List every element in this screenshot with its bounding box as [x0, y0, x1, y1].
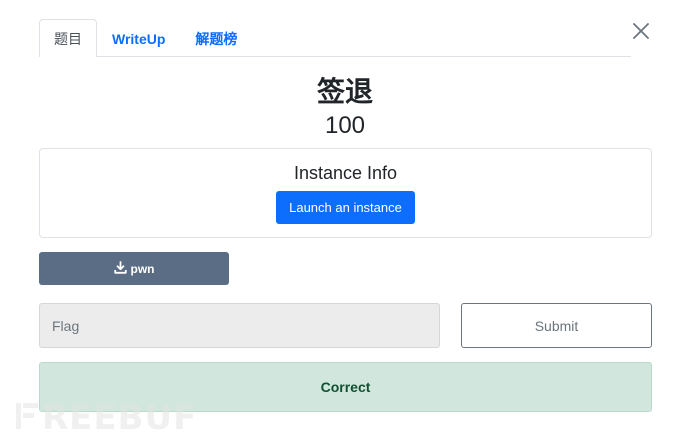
download-file-button[interactable]: pwn: [39, 252, 229, 285]
instance-info-panel: Instance Info Launch an instance: [39, 148, 652, 238]
tab-solves[interactable]: 解题榜: [180, 20, 252, 57]
close-icon[interactable]: [628, 18, 654, 44]
download-icon: [113, 260, 127, 277]
download-file-label: pwn: [130, 261, 155, 276]
tab-challenge[interactable]: 题目: [39, 19, 97, 57]
challenge-name: 签退: [316, 75, 373, 108]
watermark-text: REEBUF: [42, 398, 198, 438]
submit-button[interactable]: Submit: [461, 303, 652, 348]
instance-info-title: Instance Info: [293, 163, 398, 183]
freebuf-watermark: REEBUF: [14, 396, 197, 440]
freebuf-logo-icon: [14, 401, 40, 436]
challenge-points: 100: [324, 112, 366, 139]
launch-instance-button[interactable]: Launch an instance: [276, 191, 415, 224]
flag-input[interactable]: [39, 303, 440, 348]
challenge-tabs: 题目 WriteUp 解题榜: [39, 19, 631, 57]
tab-writeup[interactable]: WriteUp: [97, 20, 180, 57]
